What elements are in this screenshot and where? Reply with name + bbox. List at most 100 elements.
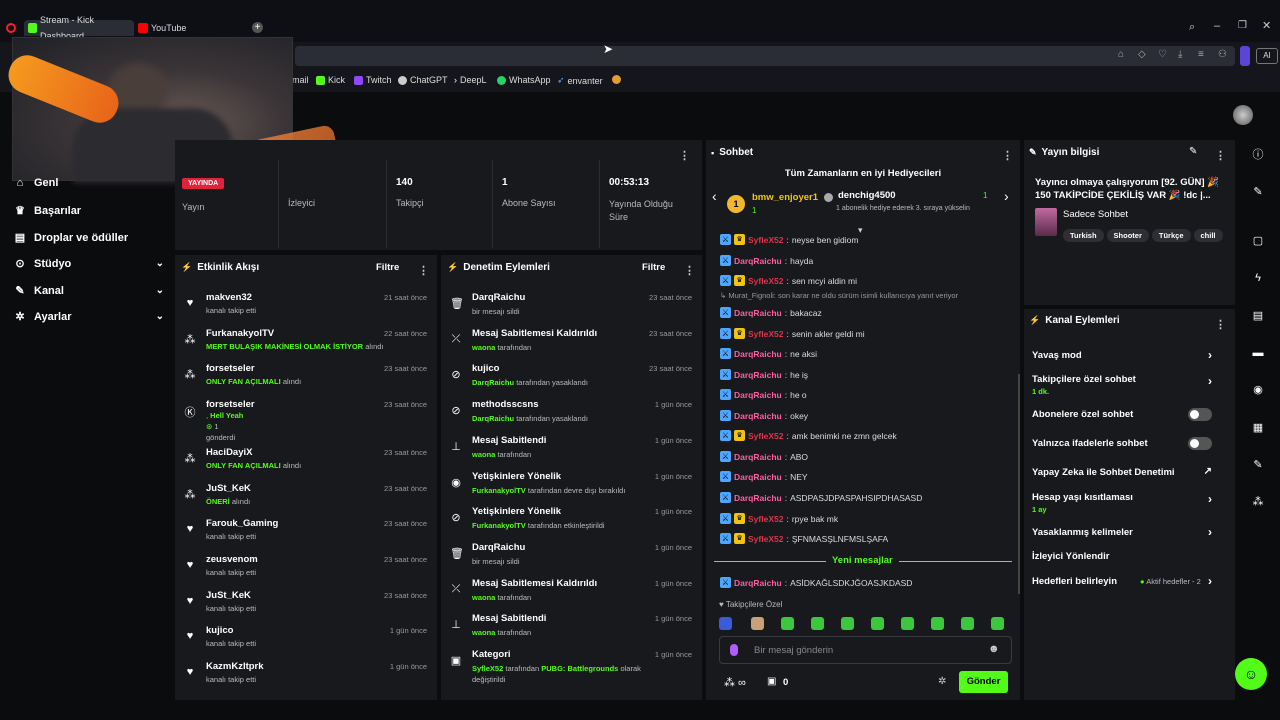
chat-icon[interactable]: ▬ [1248,343,1268,363]
search-tabs-icon[interactable]: ⌕ [1189,21,1195,34]
emote-icon[interactable] [781,617,794,630]
chat-username[interactable]: SyfleX52 [748,276,783,286]
screen-icon[interactable]: ▢ [1248,231,1268,251]
new-tab-icon[interactable]: + [252,22,263,33]
camera-icon[interactable]: ⌂ [1118,49,1124,60]
event-username[interactable]: kujico [206,625,233,636]
moderation-filter-button[interactable]: Filtre [642,262,665,273]
close-window-icon[interactable]: ✕ [1262,19,1271,32]
menu-icon[interactable]: ≡ [1198,49,1204,60]
activity-event[interactable]: ♥ Farouk_Gaming 23 saat önce kanalı takip e… [175,515,437,551]
moderation-event[interactable]: ⊘ Yetişkinlere Yönelik 1 gün önce Furkanaky… [441,503,702,539]
sidebar-item-achievements[interactable]: ♛ Başarılar [14,204,164,218]
activity-filter-button[interactable]: Filtre [376,262,399,273]
mic-icon[interactable] [730,644,738,656]
moderator-name[interactable]: DarqRaichu [472,378,514,387]
tag[interactable]: Türkçe [1151,229,1191,242]
chat-username[interactable]: DarqRaichu [734,370,782,380]
inbox-icon[interactable]: ▦ [1248,418,1268,438]
activity-event[interactable]: Ⓚforsetseler 23 saat önce , Hell Yeah ⊛ 1 gö… [175,396,437,442]
chevron-right-icon[interactable]: › [1004,188,1009,204]
subs-chat-toggle[interactable] [1188,408,1212,421]
lightning-icon[interactable]: ϟ [1248,268,1268,288]
chat-menu-icon[interactable]: ⋮ [1002,146,1013,164]
bookmark-twitch[interactable]: Twitch [354,75,392,85]
tag[interactable]: Shooter [1106,229,1149,242]
event-username[interactable]: JuSt_KeK [206,590,251,601]
chat-username[interactable]: DarqRaichu [734,308,782,318]
emotes-chat-toggle[interactable] [1188,437,1212,450]
activity-event[interactable]: ♥ JuSt_KeK 23 saat önce kanalı takip etti [175,587,437,623]
sidebar-toggle[interactable] [1240,46,1250,66]
stream-info-menu-icon[interactable]: ⋮ [1215,146,1226,164]
help-chat-button[interactable]: ☺ [1235,658,1267,690]
event-username[interactable]: forsetseler [206,399,255,410]
event-username[interactable]: JuSt_KeK [206,483,251,494]
followers-chat-row[interactable]: Takipçilere özel sohbet 1 dk. › [1032,374,1222,396]
stats-menu-icon[interactable]: ⋮ [679,146,690,164]
moderation-event[interactable]: ⤫ Mesaj Sabitlemesi Kaldırıldı 1 gün önce w… [441,575,702,611]
age-restriction-row[interactable]: Hesap yaşı kısıtlaması 1 ay › [1032,492,1222,514]
clipboard-icon[interactable]: ▤ [1248,306,1268,326]
moderation-event[interactable]: 🗑 DarqRaichu 1 gün önce bir mesajı sildi [441,539,702,575]
minimize-icon[interactable]: – [1214,20,1220,32]
moderator-name[interactable]: waona [472,450,495,459]
activity-event[interactable]: ⁂ HaciDayiX 23 saat önce ONLY FAN AÇILMALI … [175,444,437,480]
event-username[interactable]: KazmKzltprk [206,661,264,672]
opera-logo-icon[interactable] [6,23,16,33]
chevron-left-icon[interactable]: ‹ [712,188,717,204]
ai-moderation-row[interactable]: Yapay Zeka ile Sohbet Denetimi ↗ [1032,466,1222,478]
bookmark-mail[interactable]: mail [292,75,309,85]
profile-icon[interactable]: ⚇ [1218,49,1227,60]
sidebar-item-general[interactable]: ⌂ Genl [14,177,164,189]
chat-username[interactable]: DarqRaichu [734,390,782,400]
chat-username[interactable]: DarqRaichu [734,256,782,266]
moderation-event[interactable]: ⤫ Mesaj Sabitlemesi Kaldırıldı 23 saat önc… [441,325,702,361]
moderator-name[interactable]: SyfleX52 [472,664,503,673]
community-icon[interactable]: ⁂ ∞ [724,676,746,689]
activity-event[interactable]: ♥ makven32 21 saat önce kanalı takip etti [175,289,437,325]
download-icon[interactable]: ⤓ [1178,49,1182,60]
moderation-event[interactable]: ◉ Yetişkinlere Yönelik 1 gün önce Furkanaky… [441,468,702,504]
redirect-row[interactable]: İzleyici Yönlendir [1032,551,1222,562]
chat-scrollbar[interactable] [1018,374,1020,594]
emote-icon[interactable] [931,617,944,630]
edit-icon[interactable]: ✎ [1248,182,1268,202]
sidebar-item-studio[interactable]: ⊙ Stüdyo ⌄ [14,257,164,271]
chat-username[interactable]: DarqRaichu [734,493,782,503]
chat-username[interactable]: DarqRaichu [734,452,782,462]
chat-username[interactable]: SyfleX52 [748,534,783,544]
chat-username[interactable]: DarqRaichu [734,411,782,421]
emote-icon[interactable] [871,617,884,630]
bookmark-extra[interactable] [612,75,621,84]
channel-actions-menu-icon[interactable]: ⋮ [1215,315,1226,333]
bookmark-whatsapp[interactable]: WhatsApp [497,75,551,85]
sidebar-item-settings[interactable]: ✲ Ayarlar ⌄ [14,310,164,324]
send-button[interactable]: Gönder [959,671,1008,693]
tag[interactable]: Turkish [1063,229,1104,242]
ai-button[interactable]: AI [1256,48,1278,64]
bookmark-chatgpt[interactable]: ChatGPT [398,75,448,85]
activity-event[interactable]: ♥ KazmKzltprk 1 gün önce kanalı takip etti [175,658,437,694]
emote-icon[interactable] [811,617,824,630]
sidebar-item-channel[interactable]: ✎ Kanal ⌄ [14,284,164,298]
chat-username[interactable]: SyfleX52 [748,431,783,441]
tag[interactable]: chill [1193,229,1223,242]
moderator-name[interactable]: waona [472,628,495,637]
event-username[interactable]: HaciDayiX [206,447,252,458]
event-username[interactable]: FurkanakyolTV [206,328,274,339]
user-avatar[interactable] [1233,105,1253,125]
moderator-name[interactable]: DarqRaichu [472,414,514,423]
wrench-icon[interactable]: ✎ [1248,455,1268,475]
moderator-name[interactable]: waona [472,343,495,352]
chat-input[interactable]: Bir mesaj gönderin ☻ [719,636,1012,664]
goals-row[interactable]: Hedefleri belirleyin ● Aktif hedefler - 2… [1032,574,1222,588]
activity-event[interactable]: ⁂ forsetseler 23 saat önce ONLY FAN AÇILMAL… [175,360,437,396]
emoji-icon[interactable]: ☻ [988,643,1000,655]
moderation-event[interactable]: ⊘ kujico 23 saat önce DarqRaichu tarafından… [441,360,702,396]
activity-event[interactable]: ⁂ FurkanakyolTV 22 saat önce MERT BULAŞIK M… [175,325,437,361]
emote-icon[interactable] [901,617,914,630]
emote-icon[interactable] [751,617,764,630]
community-icon[interactable]: ⁂ [1248,492,1268,512]
event-username[interactable]: makven32 [206,292,252,303]
